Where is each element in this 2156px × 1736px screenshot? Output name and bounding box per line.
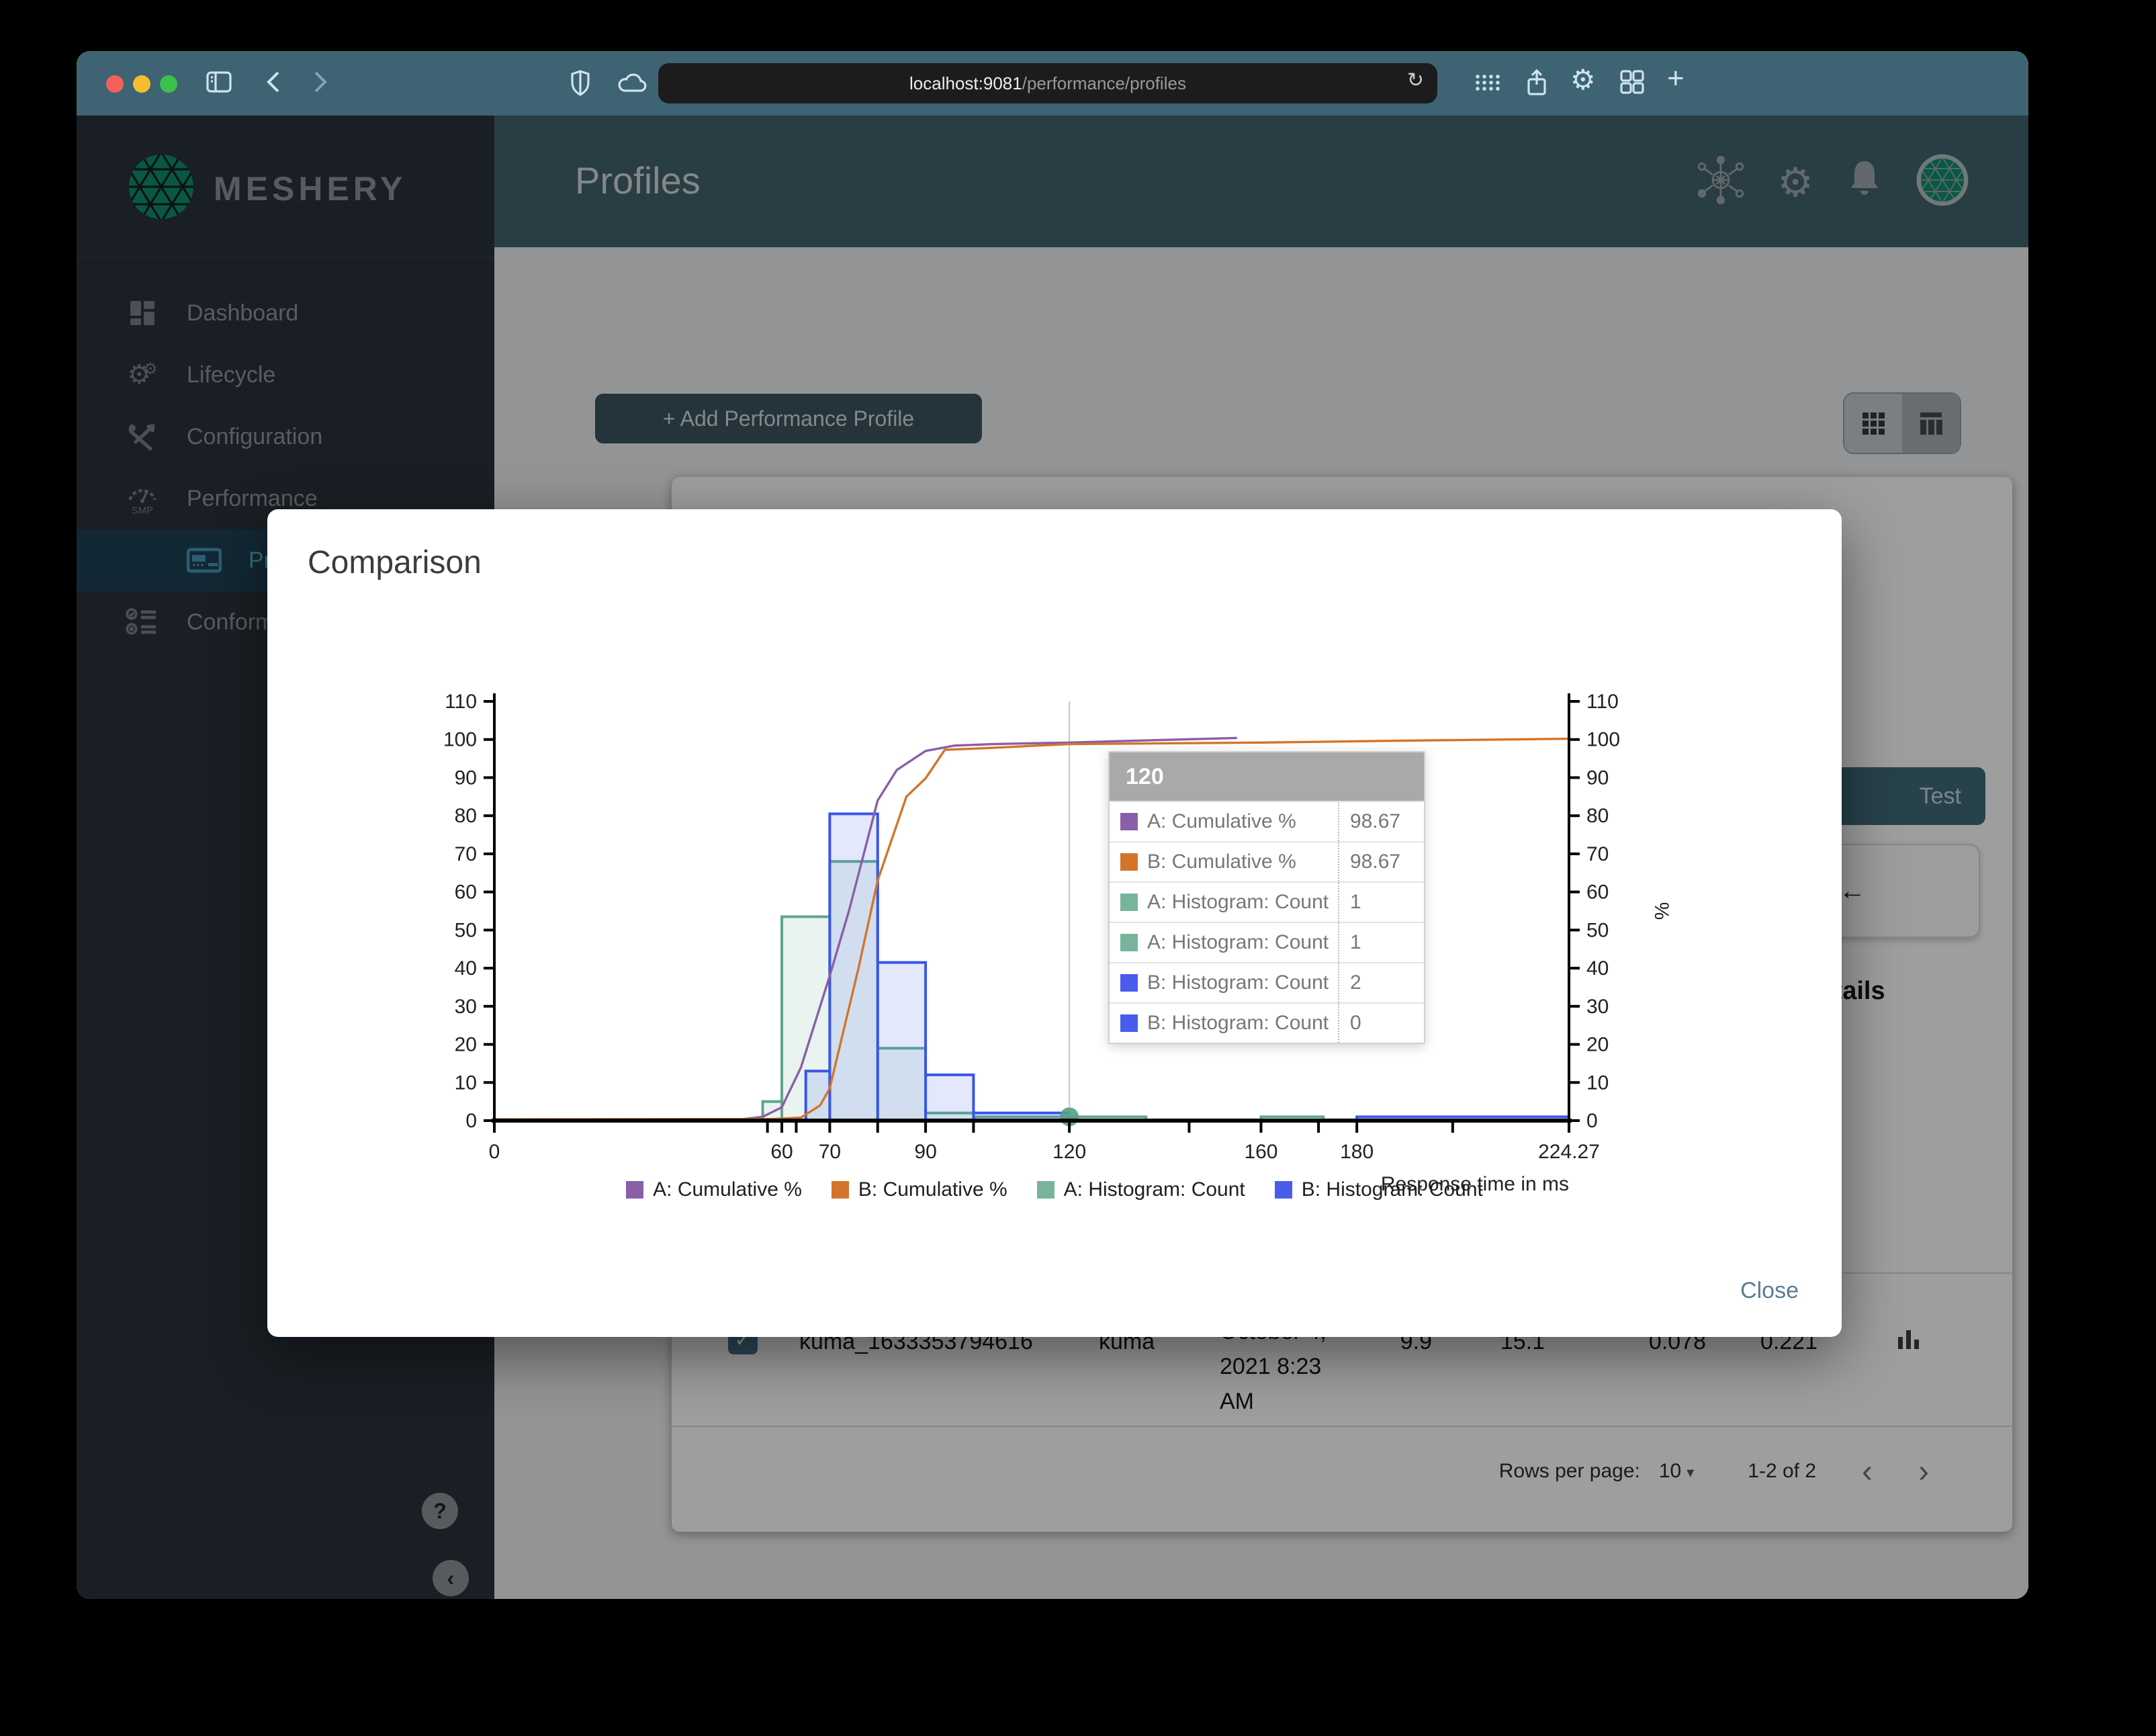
svg-text:120: 120 (1052, 1141, 1086, 1163)
y-axis-right-title: % (1650, 902, 1672, 920)
legend-item[interactable]: B: Cumulative % (831, 1178, 1007, 1201)
share-icon[interactable] (1523, 69, 1550, 103)
svg-text:100: 100 (1586, 729, 1620, 751)
browser-toolbar: localhost:9081/performance/profiles ↻ ⚙ … (77, 51, 2028, 116)
tab-overview-icon[interactable] (1619, 69, 1646, 101)
svg-text:60: 60 (455, 881, 477, 904)
zoom-window-button[interactable] (160, 75, 177, 93)
reload-icon[interactable]: ↻ (1407, 69, 1424, 92)
svg-text:40: 40 (1586, 957, 1609, 980)
svg-text:70: 70 (455, 843, 477, 865)
svg-text:10: 10 (455, 1072, 477, 1094)
close-button[interactable]: Close (1740, 1278, 1799, 1304)
tooltip-row: B: Histogram: Count 0 (1110, 1002, 1424, 1043)
svg-text:20: 20 (455, 1034, 477, 1056)
svg-text:70: 70 (1586, 843, 1609, 865)
svg-text:30: 30 (1586, 996, 1609, 1018)
url-host: localhost:9081 (909, 73, 1022, 93)
minimize-window-button[interactable] (133, 75, 150, 93)
desktop: localhost:9081/performance/profiles ↻ ⚙ … (0, 0, 2156, 1736)
address-bar[interactable]: localhost:9081/performance/profiles ↻ (658, 63, 1437, 103)
series-swatch (1120, 974, 1138, 992)
svg-text:0: 0 (489, 1141, 500, 1163)
chart-legend: A: Cumulative % B: Cumulative % A: Histogr… (267, 1178, 1842, 1201)
chart-tooltip: 120 A: Cumulative % 98.67 B: Cumulative % 9… (1108, 751, 1425, 1044)
comparison-modal: Comparison 0 0 10 10 20 20 30 30 40 40 50 50 60 60 70 7… (267, 509, 1842, 1337)
svg-text:0: 0 (1586, 1110, 1598, 1132)
back-button[interactable] (262, 69, 286, 101)
series-swatch (1120, 934, 1138, 951)
app-root: MESHERY Dashboard ⚙ ⚙ Lifecycle Configuratio… (77, 116, 2028, 1599)
extensions-grid-icon[interactable] (1474, 69, 1500, 101)
svg-text:90: 90 (455, 767, 477, 789)
forward-button[interactable] (308, 69, 332, 101)
close-window-button[interactable] (106, 75, 124, 93)
browser-window: localhost:9081/performance/profiles ↻ ⚙ … (77, 51, 2028, 1599)
tooltip-row: A: Cumulative % 98.67 (1110, 801, 1424, 841)
svg-text:40: 40 (455, 957, 477, 980)
svg-text:110: 110 (445, 691, 477, 713)
legend-item[interactable]: B: Histogram: Count (1274, 1178, 1483, 1201)
tooltip-row: B: Histogram: Count 2 (1110, 962, 1424, 1002)
svg-text:10: 10 (1586, 1072, 1609, 1094)
svg-text:30: 30 (455, 996, 477, 1018)
svg-text:50: 50 (1586, 919, 1609, 941)
shield-icon[interactable] (568, 69, 592, 103)
svg-text:0: 0 (465, 1110, 477, 1132)
new-tab-icon[interactable]: + (1667, 62, 1685, 95)
svg-text:224.27: 224.27 (1538, 1141, 1600, 1163)
svg-text:160: 160 (1244, 1141, 1277, 1163)
series-swatch (1120, 1014, 1138, 1032)
svg-text:60: 60 (770, 1141, 793, 1163)
tooltip-row: B: Cumulative % 98.67 (1110, 841, 1424, 881)
svg-text:80: 80 (455, 805, 477, 827)
settings-gear-icon[interactable]: ⚙ (1570, 63, 1596, 96)
svg-text:70: 70 (819, 1141, 841, 1163)
series-swatch (1120, 894, 1138, 911)
url-path: /performance/profiles (1022, 73, 1186, 93)
series-swatch (1120, 853, 1138, 871)
series-swatch (1120, 813, 1138, 830)
tooltip-row: A: Histogram: Count 1 (1110, 922, 1424, 962)
svg-text:60: 60 (1586, 881, 1609, 904)
sidebar-toggle-icon[interactable] (206, 69, 232, 101)
modal-title: Comparison (308, 545, 482, 580)
comparison-chart[interactable]: 0 010 1020 2030 3040 4050 5060 6070 7080 8090 9010… (415, 684, 1705, 1221)
cloud-icon[interactable] (617, 69, 649, 101)
tooltip-row: A: Histogram: Count 1 (1110, 881, 1424, 922)
svg-text:90: 90 (914, 1141, 936, 1163)
svg-text:90: 90 (1586, 767, 1609, 789)
svg-text:50: 50 (455, 919, 477, 941)
svg-text:180: 180 (1340, 1141, 1374, 1163)
svg-text:100: 100 (443, 729, 477, 751)
svg-text:110: 110 (1586, 691, 1619, 713)
legend-item[interactable]: A: Cumulative % (626, 1178, 802, 1201)
svg-text:20: 20 (1586, 1034, 1609, 1056)
svg-text:80: 80 (1586, 805, 1609, 827)
legend-item[interactable]: A: Histogram: Count (1036, 1178, 1245, 1201)
tooltip-header: 120 (1110, 752, 1424, 801)
